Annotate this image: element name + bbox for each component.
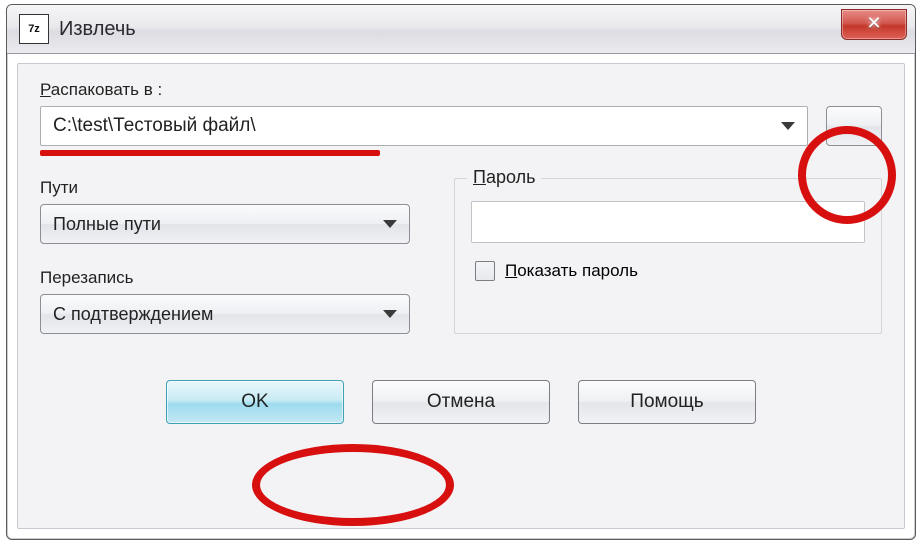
window-title: Извлечь [59,18,136,41]
chevron-down-icon [781,122,795,130]
browse-button-label: ... [843,116,864,137]
password-group: Пароль Показать пароль [454,178,882,334]
overwrite-select-value: С подтверждением [53,304,213,325]
paths-select-value: Полные пути [53,214,161,235]
help-button[interactable]: Помощь [578,380,756,424]
close-button[interactable]: ✕ [841,9,907,40]
extract-to-label: Распаковать в : [40,80,882,100]
extract-path-combo[interactable]: C:\test\Тестовый файл\ [40,106,808,146]
ok-button[interactable]: OK [166,380,344,424]
paths-label: Пути [40,178,410,198]
chevron-down-icon [383,220,397,228]
cancel-button[interactable]: Отмена [372,380,550,424]
annotation-circle-ok [252,444,454,526]
password-input[interactable] [471,201,865,243]
chevron-down-icon [383,310,397,318]
ok-button-label: OK [241,391,268,413]
overwrite-label: Перезапись [40,268,410,288]
cancel-button-label: Отмена [427,391,495,413]
password-legend: Пароль [467,167,541,188]
extract-dialog-window: 7z Извлечь ✕ Распаковать в : C:\test\Тес… [6,4,916,540]
close-icon: ✕ [842,10,906,36]
annotation-underline [40,150,380,156]
overwrite-select[interactable]: С подтверждением [40,294,410,334]
client-area: Распаковать в : C:\test\Тестовый файл\ .… [17,63,905,529]
help-button-label: Помощь [630,391,703,413]
browse-button[interactable]: ... [826,106,882,146]
title-bar[interactable]: 7z Извлечь ✕ [7,5,915,54]
show-password-checkbox[interactable] [475,261,495,281]
app-icon: 7z [19,14,49,44]
extract-path-value: C:\test\Тестовый файл\ [53,115,781,137]
paths-select[interactable]: Полные пути [40,204,410,244]
show-password-label: Показать пароль [505,261,638,281]
